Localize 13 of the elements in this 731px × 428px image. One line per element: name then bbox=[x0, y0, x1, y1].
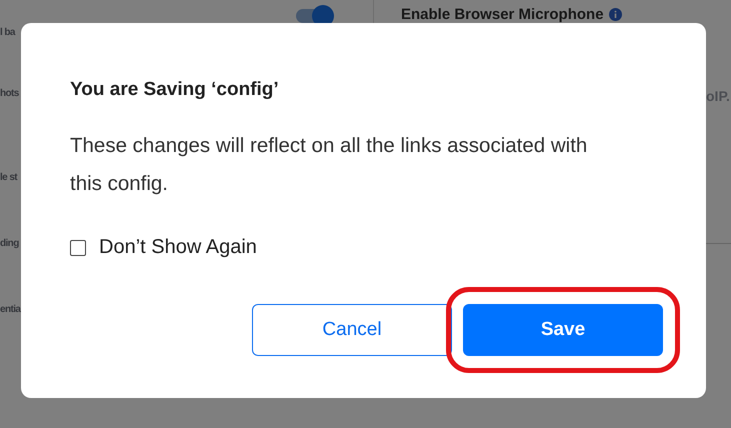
setting-label: entia bbox=[0, 304, 20, 315]
section-title: Enable Browser Microphone bbox=[401, 6, 604, 23]
dialog-message: These changes will reflect on all the links associated with this config. bbox=[70, 133, 588, 197]
setting-label: ding bbox=[0, 238, 19, 249]
checkbox-label[interactable]: Don’t Show Again bbox=[99, 236, 257, 259]
info-icon[interactable] bbox=[608, 8, 622, 21]
setting-label: le st bbox=[0, 172, 18, 183]
setting-label: l ba bbox=[0, 27, 15, 38]
setting-label: hots bbox=[0, 88, 19, 99]
checkbox[interactable] bbox=[70, 240, 86, 256]
save-button[interactable]: Save bbox=[463, 304, 663, 356]
dialog-title: You are Saving ‘config’ bbox=[70, 79, 280, 101]
cancel-button[interactable]: Cancel bbox=[252, 304, 452, 356]
